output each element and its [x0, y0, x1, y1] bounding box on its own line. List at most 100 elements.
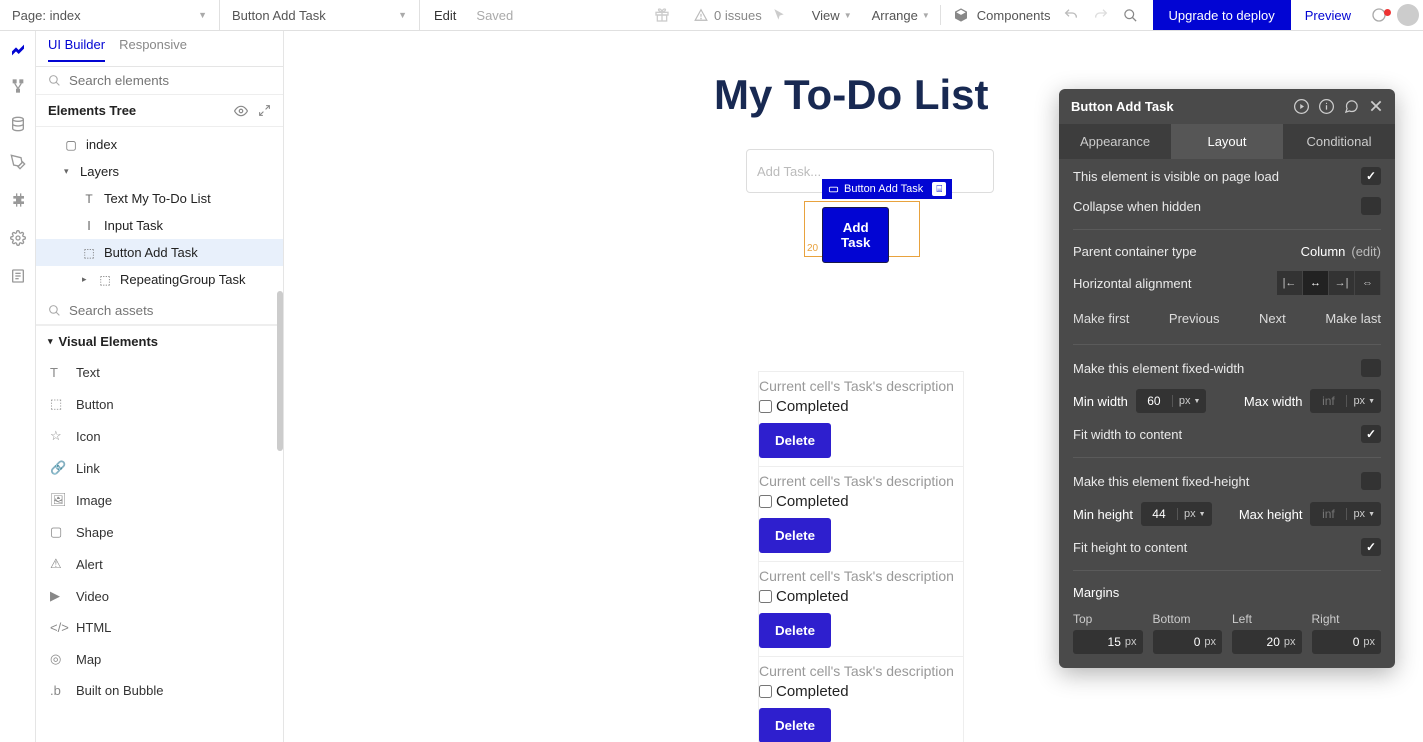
- element-shape[interactable]: ▢Shape: [36, 516, 283, 548]
- minh-input[interactable]: [1141, 507, 1177, 521]
- completed-checkbox[interactable]: Completed: [759, 586, 963, 607]
- element-button[interactable]: ⬚Button: [36, 388, 283, 420]
- tab-responsive[interactable]: Responsive: [119, 37, 187, 60]
- canvas[interactable]: My To-Do List Add Task... Button Add Tas…: [284, 31, 1423, 742]
- delete-button[interactable]: Delete: [759, 708, 831, 742]
- unit-dropdown[interactable]: px▼: [1172, 395, 1207, 407]
- data-tab-icon[interactable]: [9, 115, 27, 133]
- tree-item-text[interactable]: TText My To-Do List: [36, 185, 283, 212]
- search-assets-input[interactable]: [69, 303, 271, 318]
- preview-link[interactable]: Preview: [1291, 8, 1365, 23]
- element-icon[interactable]: ☆Icon: [36, 420, 283, 452]
- page-dropdown[interactable]: Page: index ▼: [0, 0, 220, 30]
- make-last-button[interactable]: Make last: [1325, 311, 1381, 326]
- tree-item-index[interactable]: ▢index: [36, 131, 283, 158]
- fixedw-checkbox[interactable]: [1361, 359, 1381, 377]
- unit-dropdown[interactable]: px▼: [1177, 508, 1212, 520]
- fitw-checkbox[interactable]: [1361, 425, 1381, 443]
- tab-ui-builder[interactable]: UI Builder: [48, 37, 105, 62]
- minw-input[interactable]: [1136, 394, 1172, 408]
- avatar[interactable]: [1397, 4, 1419, 26]
- cursor-icon[interactable]: [772, 8, 802, 22]
- tree-item-repeatinggroup[interactable]: ▸⬚RepeatingGroup Task: [36, 266, 283, 293]
- search-assets[interactable]: [36, 297, 283, 325]
- logs-tab-icon[interactable]: [9, 267, 27, 285]
- comment-icon[interactable]: [1344, 99, 1359, 114]
- maxh-input[interactable]: [1310, 507, 1346, 521]
- table-row[interactable]: Current cell's Task's description Comple…: [759, 562, 963, 657]
- maxw-input[interactable]: [1310, 394, 1346, 408]
- delete-button[interactable]: Delete: [759, 518, 831, 553]
- property-header[interactable]: Button Add Task: [1059, 89, 1395, 124]
- tab-appearance[interactable]: Appearance: [1059, 124, 1171, 159]
- table-row[interactable]: Current cell's Task's description Comple…: [759, 657, 963, 742]
- eye-icon[interactable]: [234, 104, 248, 118]
- element-map[interactable]: ◎Map: [36, 643, 283, 675]
- element-video[interactable]: ▶Video: [36, 580, 283, 612]
- add-task-button[interactable]: Add Task: [822, 207, 889, 263]
- element-html[interactable]: </>HTML: [36, 612, 283, 643]
- element-link[interactable]: 🔗Link: [36, 452, 283, 484]
- hierarchy-icon[interactable]: ⌸: [932, 182, 946, 196]
- workflow-tab-icon[interactable]: [9, 77, 27, 95]
- design-tab-icon[interactable]: [9, 39, 27, 57]
- tab-layout[interactable]: Layout: [1171, 124, 1283, 159]
- upgrade-button[interactable]: Upgrade to deploy: [1153, 0, 1291, 30]
- table-row[interactable]: Current cell's Task's description Comple…: [759, 372, 963, 467]
- info-icon[interactable]: [1319, 99, 1334, 114]
- unit-dropdown[interactable]: px▼: [1346, 508, 1381, 520]
- tree-item-button[interactable]: ⬚Button Add Task: [36, 239, 283, 266]
- completed-checkbox[interactable]: Completed: [759, 491, 963, 512]
- element-builton[interactable]: .bBuilt on Bubble: [36, 675, 283, 706]
- edit-label[interactable]: Edit: [420, 8, 470, 23]
- next-button[interactable]: Next: [1259, 311, 1286, 326]
- search-icon[interactable]: [1123, 8, 1153, 23]
- previous-button[interactable]: Previous: [1169, 311, 1220, 326]
- notifications-icon[interactable]: [1365, 7, 1393, 23]
- unit-dropdown[interactable]: px▼: [1346, 395, 1381, 407]
- undo-icon[interactable]: [1063, 7, 1093, 23]
- margin-left-input[interactable]: [1252, 635, 1280, 649]
- redo-icon[interactable]: [1093, 7, 1123, 23]
- align-left-button[interactable]: |←: [1277, 271, 1303, 295]
- margin-top-input[interactable]: [1093, 635, 1121, 649]
- view-menu[interactable]: View▼: [802, 8, 862, 23]
- scrollbar[interactable]: [277, 291, 283, 451]
- close-icon[interactable]: [1369, 99, 1383, 114]
- fith-checkbox[interactable]: [1361, 538, 1381, 556]
- tree-item-input[interactable]: ⅠInput Task: [36, 212, 283, 239]
- issues-indicator[interactable]: 0 issues: [684, 8, 772, 23]
- gift-icon[interactable]: [654, 7, 684, 23]
- margin-bottom-input[interactable]: [1172, 635, 1200, 649]
- align-stretch-button[interactable]: ⇔: [1355, 271, 1381, 295]
- fixedh-checkbox[interactable]: [1361, 472, 1381, 490]
- page-title[interactable]: My To-Do List: [714, 71, 994, 119]
- element-dropdown[interactable]: Button Add Task ▼: [220, 0, 420, 30]
- search-input[interactable]: [69, 73, 271, 88]
- styles-tab-icon[interactable]: [9, 153, 27, 171]
- search-elements[interactable]: [36, 67, 283, 95]
- arrange-menu[interactable]: Arrange▼: [862, 8, 940, 23]
- align-right-button[interactable]: →|: [1329, 271, 1355, 295]
- element-alert[interactable]: ⚠Alert: [36, 548, 283, 580]
- element-image[interactable]: 🖼Image: [36, 484, 283, 516]
- delete-button[interactable]: Delete: [759, 423, 831, 458]
- element-text[interactable]: TText: [36, 357, 283, 388]
- expand-icon[interactable]: [258, 104, 271, 118]
- completed-checkbox[interactable]: Completed: [759, 396, 963, 417]
- repeating-group[interactable]: Current cell's Task's description Comple…: [758, 371, 964, 742]
- settings-tab-icon[interactable]: [9, 229, 27, 247]
- parent-edit-link[interactable]: (edit): [1351, 244, 1381, 259]
- collapse-checkbox[interactable]: [1361, 197, 1381, 215]
- selection-label[interactable]: Button Add Task ⌸: [822, 179, 952, 199]
- table-row[interactable]: Current cell's Task's description Comple…: [759, 467, 963, 562]
- align-center-button[interactable]: ↔: [1303, 271, 1329, 295]
- components-button[interactable]: Components: [941, 7, 1063, 23]
- margin-right-input[interactable]: [1331, 635, 1359, 649]
- tree-item-layers[interactable]: ▾Layers: [36, 158, 283, 185]
- visual-elements-header[interactable]: ▾ Visual Elements: [36, 325, 283, 357]
- make-first-button[interactable]: Make first: [1073, 311, 1129, 326]
- plugins-tab-icon[interactable]: [9, 191, 27, 209]
- play-icon[interactable]: [1294, 99, 1309, 114]
- visible-checkbox[interactable]: [1361, 167, 1381, 185]
